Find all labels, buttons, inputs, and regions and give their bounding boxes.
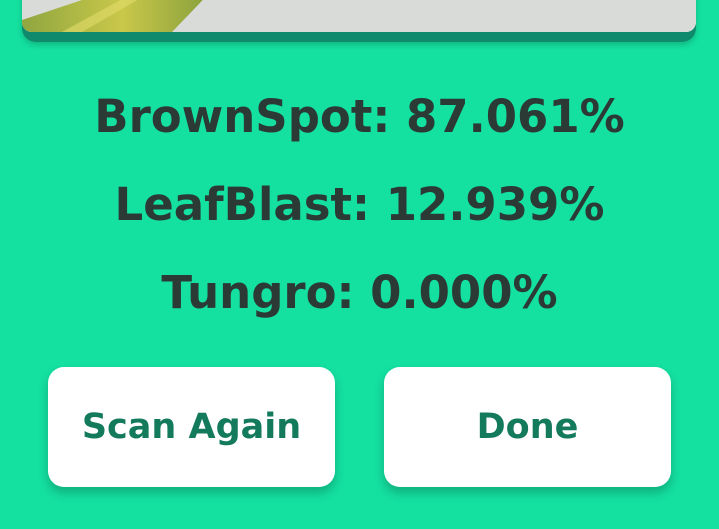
scanned-leaf-image-card [22, 0, 696, 42]
scan-again-label: Scan Again [81, 407, 302, 447]
scan-again-button[interactable]: Scan Again [48, 367, 335, 487]
leafblast-result: LeafBlast: 12.939% [114, 178, 605, 231]
done-label: Done [476, 407, 579, 447]
leaf-photo [22, 0, 696, 32]
done-button[interactable]: Done [384, 367, 671, 487]
scanned-leaf-image [22, 0, 696, 32]
tungro-result: Tungro: 0.000% [161, 266, 558, 319]
brownspot-result: BrownSpot: 87.061% [94, 90, 625, 143]
